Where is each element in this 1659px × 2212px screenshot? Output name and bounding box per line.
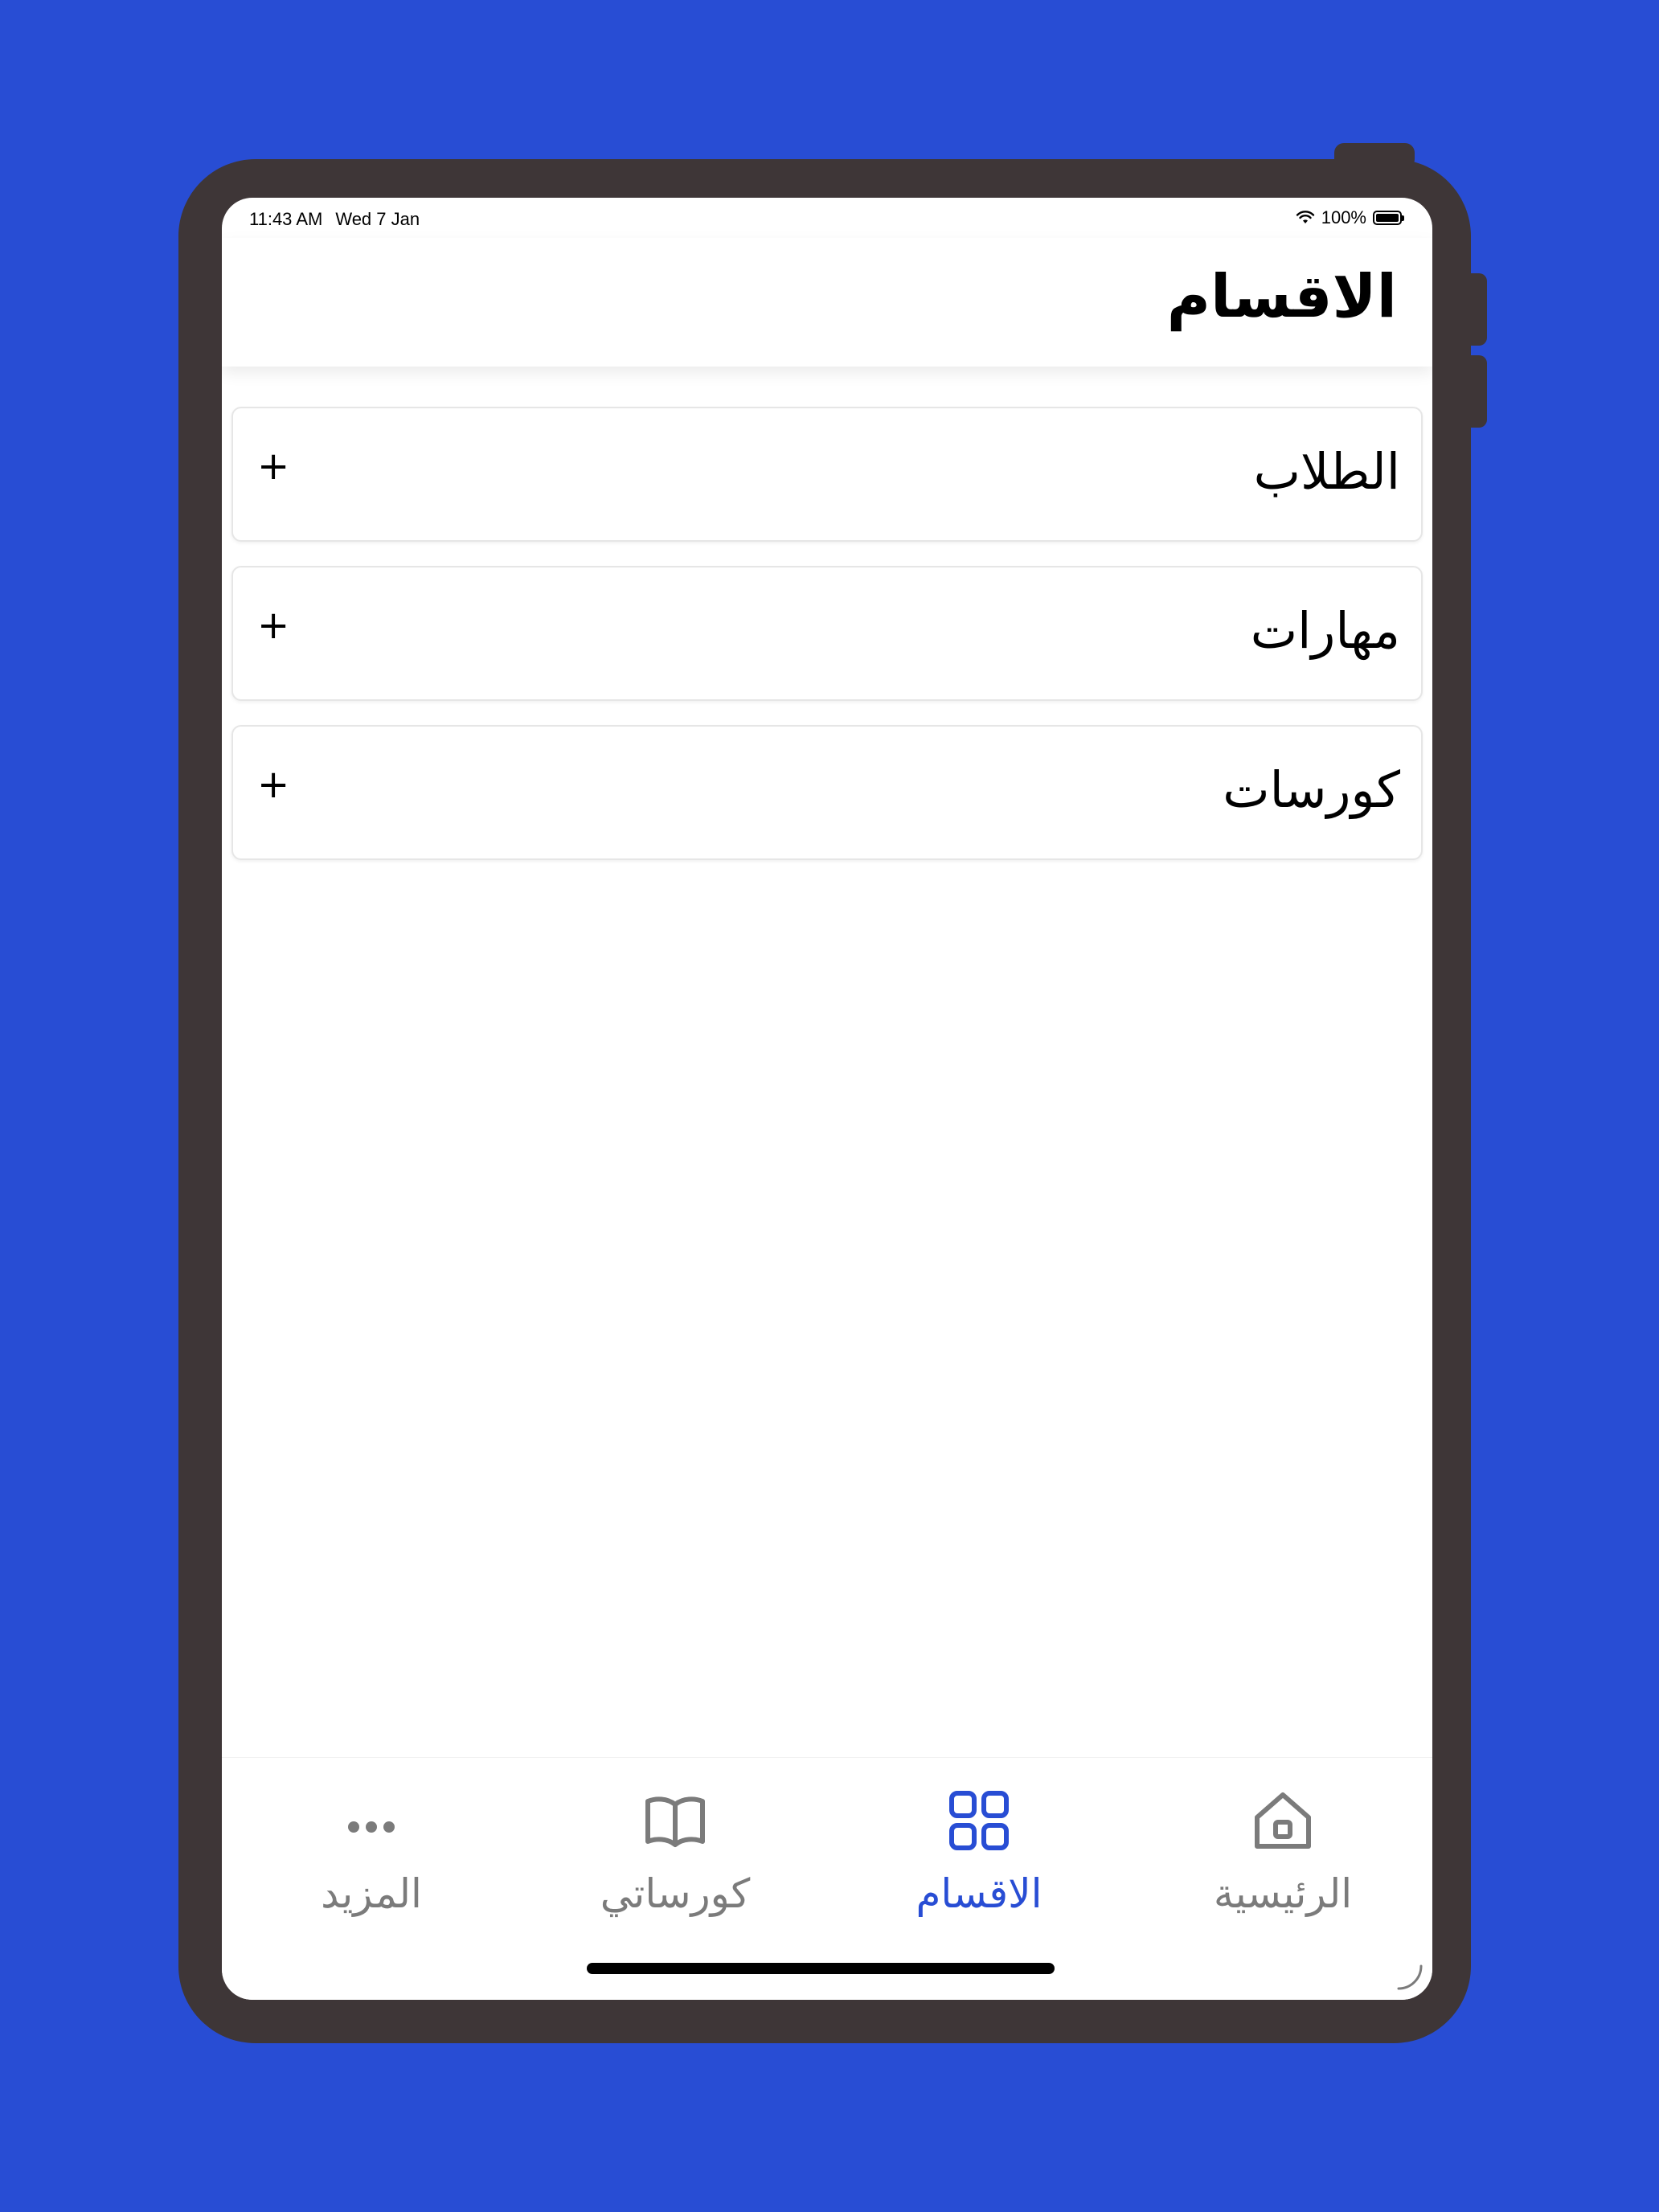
section-list: الطلاب + مهارات + كورسات + xyxy=(231,407,1423,884)
tab-label: المزيد xyxy=(321,1870,422,1917)
tab-label: كورساتي xyxy=(600,1870,751,1917)
home-icon xyxy=(1255,1792,1311,1849)
section-item-students[interactable]: الطلاب + xyxy=(231,407,1423,542)
expand-plus-icon[interactable]: + xyxy=(257,762,289,807)
expand-plus-icon[interactable]: + xyxy=(257,444,289,489)
section-label: مهارات xyxy=(1250,601,1400,660)
status-left: 11:43 AM Wed 7 Jan xyxy=(249,209,420,230)
more-dots-icon xyxy=(348,1821,395,1833)
page-title: الاقسام xyxy=(1166,262,1397,331)
book-icon xyxy=(645,1796,705,1847)
tab-home[interactable]: الرئيسية xyxy=(1162,1758,1403,1951)
wifi-icon xyxy=(1296,211,1314,223)
tab-my-courses[interactable]: كورساتي xyxy=(555,1758,796,1951)
tab-label: الرئيسية xyxy=(1213,1870,1353,1917)
tab-more[interactable]: المزيد xyxy=(251,1758,492,1951)
screen: 11:43 AM Wed 7 Jan 100% الاقسام الطلاب +… xyxy=(222,198,1432,2000)
section-item-skills[interactable]: مهارات + xyxy=(231,566,1423,701)
battery-fill xyxy=(1376,214,1399,222)
status-right: 100% xyxy=(1296,207,1404,228)
battery-percentage: 100% xyxy=(1321,207,1366,227)
status-time: 11:43 AM xyxy=(249,209,323,229)
header: الاقسام xyxy=(222,238,1432,367)
tab-sections[interactable]: الاقسام xyxy=(858,1758,1100,1951)
corner-arc-icon xyxy=(1397,1964,1423,1990)
tab-label: الاقسام xyxy=(916,1870,1043,1917)
home-indicator[interactable] xyxy=(587,1963,1055,1974)
grid-icon xyxy=(949,1791,1009,1850)
expand-plus-icon[interactable]: + xyxy=(257,603,289,648)
stage: 11:43 AM Wed 7 Jan 100% الاقسام الطلاب +… xyxy=(0,0,1659,2212)
status-date: Wed 7 Jan xyxy=(335,209,420,229)
section-label: الطلاب xyxy=(1253,442,1400,501)
section-item-courses[interactable]: كورسات + xyxy=(231,725,1423,860)
battery-icon xyxy=(1373,211,1404,225)
section-label: كورسات xyxy=(1223,760,1400,819)
status-bar: 11:43 AM Wed 7 Jan 100% xyxy=(222,198,1432,238)
